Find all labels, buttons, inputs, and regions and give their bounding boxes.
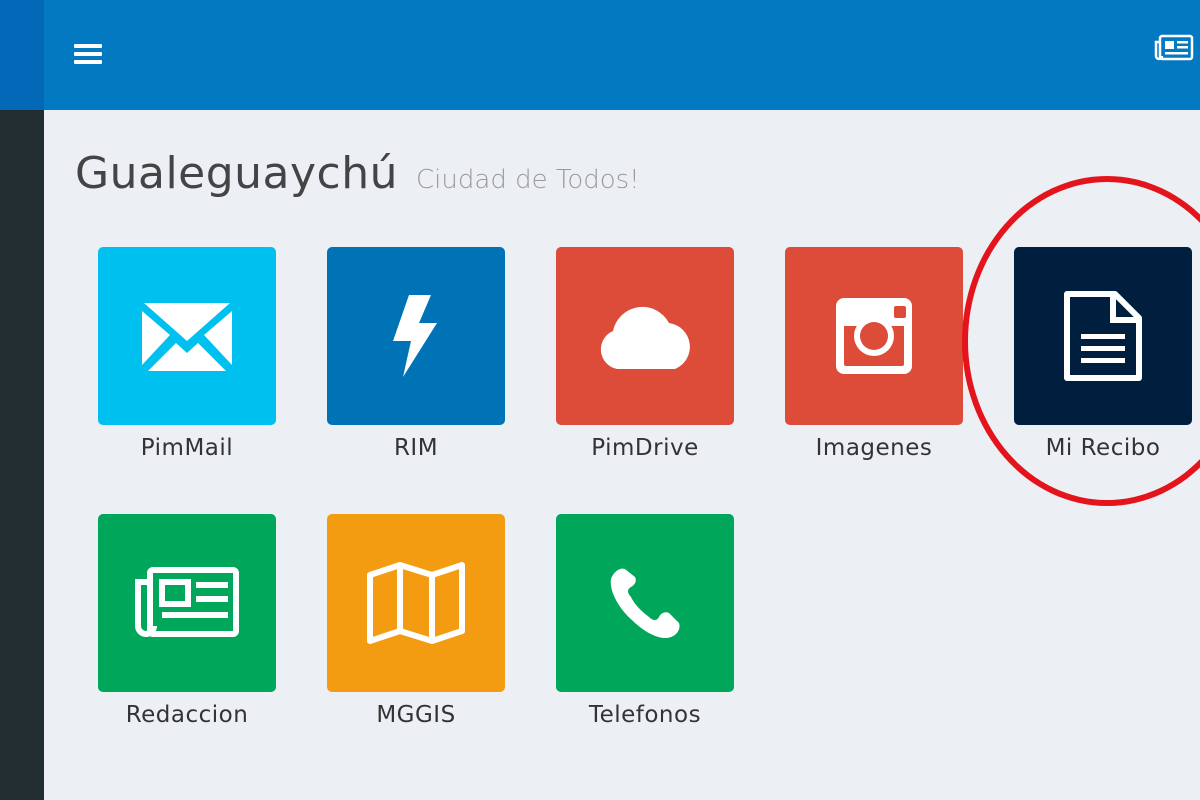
instagram-icon	[836, 298, 912, 374]
logo-area	[0, 0, 44, 110]
app-label[interactable]: PimDrive	[556, 435, 734, 461]
envelope-icon	[142, 303, 232, 371]
app-tile-mi-recibo[interactable]: Mi Recibo	[1014, 247, 1192, 461]
page-subtitle: Ciudad de Todos!	[416, 165, 640, 195]
app-label[interactable]: MGGIS	[327, 702, 505, 728]
app-tile-telefonos[interactable]: Telefonos	[556, 514, 734, 728]
app-tile-redaccion[interactable]: Redaccion	[98, 514, 276, 728]
sidebar	[0, 0, 44, 800]
phone-icon	[610, 568, 680, 639]
app-tile-icon-box[interactable]	[98, 247, 276, 425]
app-tile-rim[interactable]: RIM	[327, 247, 505, 461]
app-tile-icon-box[interactable]	[1014, 247, 1192, 425]
app-tile-icon-box[interactable]	[98, 514, 276, 692]
hamburger-icon[interactable]	[74, 42, 104, 66]
cloud-icon	[600, 306, 690, 369]
app-tile-icon-box[interactable]	[327, 247, 505, 425]
page-title: Gualeguaychú Ciudad de Todos!	[75, 148, 640, 199]
file-text-icon	[1064, 291, 1142, 381]
top-navbar	[44, 0, 1200, 110]
app-label[interactable]: Mi Recibo	[1014, 435, 1192, 461]
app-label[interactable]: Imagenes	[785, 435, 963, 461]
app-tile-pimmail[interactable]: PimMail	[98, 247, 276, 461]
bolt-icon	[393, 295, 437, 377]
app-tile-pimdrive[interactable]: PimDrive	[556, 247, 734, 461]
app-tile-icon-box[interactable]	[327, 514, 505, 692]
newspaper-icon	[135, 567, 239, 637]
app-label[interactable]: Redaccion	[98, 702, 276, 728]
app-label[interactable]: Telefonos	[556, 702, 734, 728]
app-tile-mggis[interactable]: MGGIS	[327, 514, 505, 728]
app-tile-icon-box[interactable]	[785, 247, 963, 425]
app-tile-icon-box[interactable]	[556, 247, 734, 425]
map-icon	[367, 562, 465, 644]
app-label[interactable]: PimMail	[98, 435, 276, 461]
page-title-text: Gualeguaychú	[75, 148, 399, 199]
app-tile-icon-box[interactable]	[556, 514, 734, 692]
app-tile-imagenes[interactable]: Imagenes	[785, 247, 963, 461]
newspaper-icon[interactable]	[1154, 34, 1194, 62]
app-label[interactable]: RIM	[327, 435, 505, 461]
